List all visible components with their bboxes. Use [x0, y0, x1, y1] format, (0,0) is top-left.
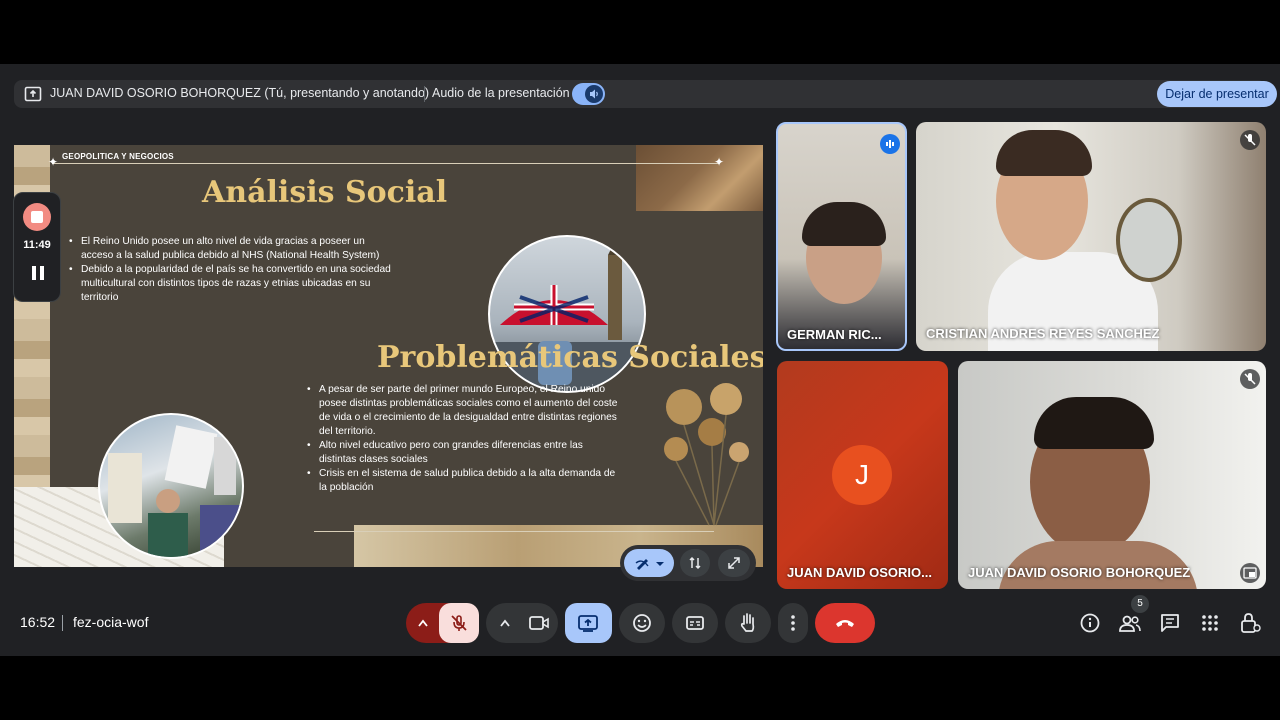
expand-icon	[728, 557, 740, 569]
people-count-badge: 5	[1131, 595, 1149, 613]
protest-signs-icon	[108, 425, 240, 557]
bullet-item: A pesar de ser parte del primer mundo Eu…	[307, 383, 623, 439]
participant-hair	[1034, 397, 1154, 449]
fullscreen-button[interactable]	[718, 549, 750, 577]
toggle-knob	[585, 85, 603, 103]
mic-off-icon	[1240, 130, 1260, 150]
mic-control-group	[406, 603, 479, 643]
speaking-icon	[880, 134, 900, 154]
speaker-icon	[590, 89, 598, 99]
sparkle-icon: ✦	[48, 155, 59, 169]
camera-control-group	[486, 603, 558, 643]
hangup-icon	[836, 620, 854, 627]
participant-name: CRISTIAN ANDRES REYES SANCHEZ	[926, 326, 1160, 341]
reactions-button[interactable]	[619, 603, 665, 643]
annotate-pen-icon	[635, 559, 664, 570]
bullets-problematicas: A pesar de ser parte del primer mundo Eu…	[307, 383, 623, 495]
recording-time: 11:49	[23, 239, 51, 251]
chevron-up-icon[interactable]	[498, 617, 512, 629]
participant-tile[interactable]: JUAN DAVID OSORIO BOHORQUEZ	[958, 361, 1266, 589]
mic-off-icon	[1240, 369, 1260, 389]
more-options-button[interactable]	[778, 603, 808, 643]
emoji-icon	[633, 614, 651, 632]
participant-hair	[802, 202, 886, 246]
divider	[424, 86, 425, 102]
bullet-item: El Reino Unido posee un alto nivel de vi…	[69, 235, 391, 263]
chevron-up-icon[interactable]	[416, 617, 430, 629]
slide-title-problematicas: Problemáticas Sociales	[377, 340, 763, 375]
stop-presenting-button[interactable]: Dejar de presentar	[1157, 81, 1277, 107]
pip-icon[interactable]	[1240, 563, 1260, 583]
slide-controls	[620, 545, 756, 581]
slide-bottom-line	[314, 531, 714, 532]
bullet-item: Crisis en el sistema de salud publica de…	[307, 467, 623, 495]
wall-mirror	[1116, 198, 1182, 282]
slide-tag: GEOPOLITICA Y NEGOCIOS	[62, 152, 174, 161]
participant-hair	[996, 130, 1092, 176]
participant-tile[interactable]: J JUAN DAVID OSORIO...	[777, 361, 948, 589]
captions-icon	[686, 616, 704, 630]
hand-icon	[740, 613, 755, 632]
raise-hand-button[interactable]	[725, 603, 771, 643]
participant-name: JUAN DAVID OSORIO BOHORQUEZ	[968, 565, 1191, 580]
swap-icon	[689, 556, 701, 570]
mic-off-icon	[451, 615, 467, 631]
bullet-item: Alto nivel educativo pero con grandes di…	[307, 439, 623, 467]
sparkle-icon: ✦	[714, 155, 725, 169]
recording-widget: 11:49	[13, 192, 61, 302]
pause-icon[interactable]	[31, 265, 45, 281]
more-vert-icon	[791, 615, 795, 631]
meeting-code: fez-ocia-wof	[73, 614, 149, 630]
people-icon[interactable]	[1118, 612, 1142, 636]
present-button[interactable]	[565, 603, 612, 643]
presenter-text: JUAN DAVID OSORIO BOHORQUEZ (Tú, present…	[50, 86, 430, 100]
divider	[62, 615, 63, 631]
bullet-item: Debido a la popularidad de el país se ha…	[69, 263, 391, 305]
participant-name: GERMAN RIC...	[787, 327, 882, 342]
participant-name: JUAN DAVID OSORIO...	[787, 565, 932, 580]
torn-paper-top-right	[636, 145, 763, 211]
slide-title-analisis: Análisis Social	[202, 175, 448, 210]
audio-toggle[interactable]	[572, 83, 605, 105]
current-time: 16:52	[20, 614, 56, 630]
host-controls-lock-icon[interactable]	[1238, 611, 1262, 635]
leave-call-button[interactable]	[815, 603, 875, 643]
present-screen-icon	[578, 615, 598, 632]
dried-flowers-icon	[664, 383, 749, 526]
meet-window: JUAN DAVID OSORIO BOHORQUEZ (Tú, present…	[0, 64, 1280, 656]
presenting-bar: JUAN DAVID OSORIO BOHORQUEZ (Tú, present…	[14, 80, 1277, 108]
stop-recording-button[interactable]	[23, 203, 51, 231]
presentation-slide: GEOPOLITICA Y NEGOCIOS ✦ ✦ Análisis Soci…	[14, 145, 763, 567]
swap-layout-button[interactable]	[680, 549, 710, 577]
camera-icon[interactable]	[528, 613, 550, 633]
mic-toggle-button[interactable]	[439, 603, 479, 643]
bullets-analisis: El Reino Unido posee un alto nivel de vi…	[69, 235, 391, 305]
info-icon[interactable]	[1078, 611, 1102, 635]
captions-button[interactable]	[672, 603, 718, 643]
avatar: J	[832, 445, 892, 505]
audio-label: Audio de la presentación	[432, 86, 570, 100]
participant-tile[interactable]: GERMAN RIC...	[776, 122, 907, 351]
slide-top-line	[52, 163, 720, 164]
activities-grid-icon[interactable]	[1198, 611, 1222, 635]
chat-icon[interactable]	[1158, 611, 1182, 635]
participant-tile[interactable]: CRISTIAN ANDRES REYES SANCHEZ	[916, 122, 1266, 351]
present-screen-icon	[24, 86, 42, 102]
annotate-button[interactable]	[624, 549, 674, 577]
protest-image	[98, 413, 244, 559]
